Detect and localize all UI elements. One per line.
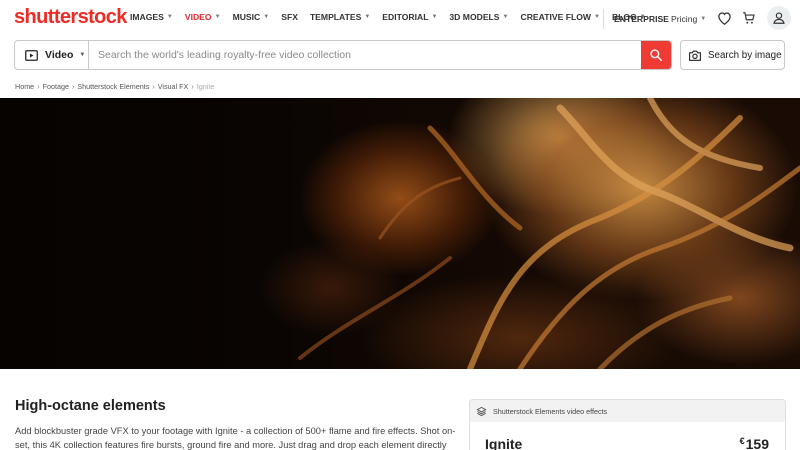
chevron-down-icon: ▼ xyxy=(594,14,600,20)
chevron-down-icon: ▼ xyxy=(166,14,173,20)
media-type-select[interactable]: Video ▼ xyxy=(15,41,89,69)
cart-icon[interactable] xyxy=(739,8,759,28)
pack-collection-label: Shutterstock Elements video effects xyxy=(493,406,608,416)
chevron-right-icon: › xyxy=(152,82,155,91)
nav-item-music[interactable]: MUSIC ▼ xyxy=(233,12,270,22)
nav-item-creative-flow[interactable]: CREATIVE FLOW ▼ xyxy=(521,12,600,22)
search-input[interactable] xyxy=(89,41,641,69)
chevron-down-icon: ▼ xyxy=(364,14,371,20)
pack-card-header: Shutterstock Elements video effects xyxy=(470,400,785,422)
breadcrumb-item[interactable]: Home xyxy=(15,82,34,91)
chevron-down-icon: ▼ xyxy=(263,14,270,20)
nav-item-label: MUSIC xyxy=(232,12,261,22)
nav-item-images[interactable]: IMAGES ▼ xyxy=(130,12,173,22)
search-bar: Video ▼ xyxy=(14,40,672,70)
fire-flames-graphic xyxy=(298,98,800,369)
heart-icon[interactable] xyxy=(714,8,734,28)
video-icon xyxy=(25,49,38,61)
pack-card[interactable]: Shutterstock Elements video effects Igni… xyxy=(469,399,786,450)
breadcrumb: Home › Footage › Shutterstock Elements › Visua… xyxy=(15,82,214,91)
price-value: 159 xyxy=(745,436,769,450)
search-button[interactable] xyxy=(641,41,671,69)
breadcrumb-item[interactable]: Shutterstock Elements xyxy=(77,82,149,91)
main-nav: IMAGES ▼ VIDEO ▼ MUSIC ▼ SFX TEMPLATES ▼ EDITORIA… xyxy=(130,12,658,22)
pricing-label: Pricing xyxy=(671,14,698,24)
section-heading: High-octane elements xyxy=(15,398,166,414)
section-description: Add blockbuster grade VFX to your footag… xyxy=(15,426,456,450)
nav-divider xyxy=(603,9,604,29)
breadcrumb-item: Ignite xyxy=(196,82,215,91)
user-icon[interactable] xyxy=(767,6,791,30)
chevron-down-icon: ▼ xyxy=(502,14,509,20)
chevron-right-icon: › xyxy=(37,82,40,91)
nav-enterprise-link[interactable]: ENTERPRISE xyxy=(614,14,669,24)
top-nav: shutterstock IMAGES ▼ VIDEO ▼ MUSIC ▼ SFX TEMPL… xyxy=(0,0,800,36)
nav-item-label: VIDEO xyxy=(184,12,212,22)
nav-item-label: 3D MODELS xyxy=(449,12,500,22)
nav-item-label: CREATIVE FLOW xyxy=(520,12,592,22)
pack-name: Ignite xyxy=(485,436,523,450)
nav-item-templates[interactable]: TEMPLATES ▼ xyxy=(310,12,370,22)
nav-item-sfx[interactable]: SFX xyxy=(281,12,298,22)
breadcrumb-item[interactable]: Visual FX xyxy=(158,82,189,91)
nav-pricing-link[interactable]: Pricing ▼ xyxy=(671,14,706,24)
chevron-down-icon: ▼ xyxy=(214,14,221,20)
shutterstock-logo[interactable]: shutterstock xyxy=(14,6,127,29)
media-type-label: Video xyxy=(45,49,74,61)
nav-item-label: SFX xyxy=(281,12,298,22)
chevron-down-icon: ▼ xyxy=(700,16,707,22)
search-by-image-button[interactable]: Search by image xyxy=(680,40,785,70)
nav-item-label: IMAGES xyxy=(130,12,164,22)
nav-item-label: TEMPLATES xyxy=(309,12,362,22)
layers-icon xyxy=(476,406,487,417)
price-currency: € xyxy=(739,436,745,446)
search-by-image-label: Search by image xyxy=(708,49,782,61)
search-icon xyxy=(650,49,662,61)
nav-item-3d-models[interactable]: 3D MODELS ▼ xyxy=(449,12,508,22)
chevron-down-icon: ▼ xyxy=(79,52,86,58)
nav-item-editorial[interactable]: EDITORIAL ▼ xyxy=(382,12,437,22)
breadcrumb-item[interactable]: Footage xyxy=(43,82,69,91)
chevron-right-icon: › xyxy=(71,82,75,91)
nav-item-label: EDITORIAL xyxy=(382,12,429,22)
camera-icon xyxy=(688,49,702,62)
pack-price: €159 xyxy=(740,436,769,450)
hero-fire-image xyxy=(0,98,800,369)
nav-item-video[interactable]: VIDEO ▼ xyxy=(185,12,221,22)
chevron-down-icon: ▼ xyxy=(431,14,438,20)
chevron-right-icon: › xyxy=(191,82,194,91)
